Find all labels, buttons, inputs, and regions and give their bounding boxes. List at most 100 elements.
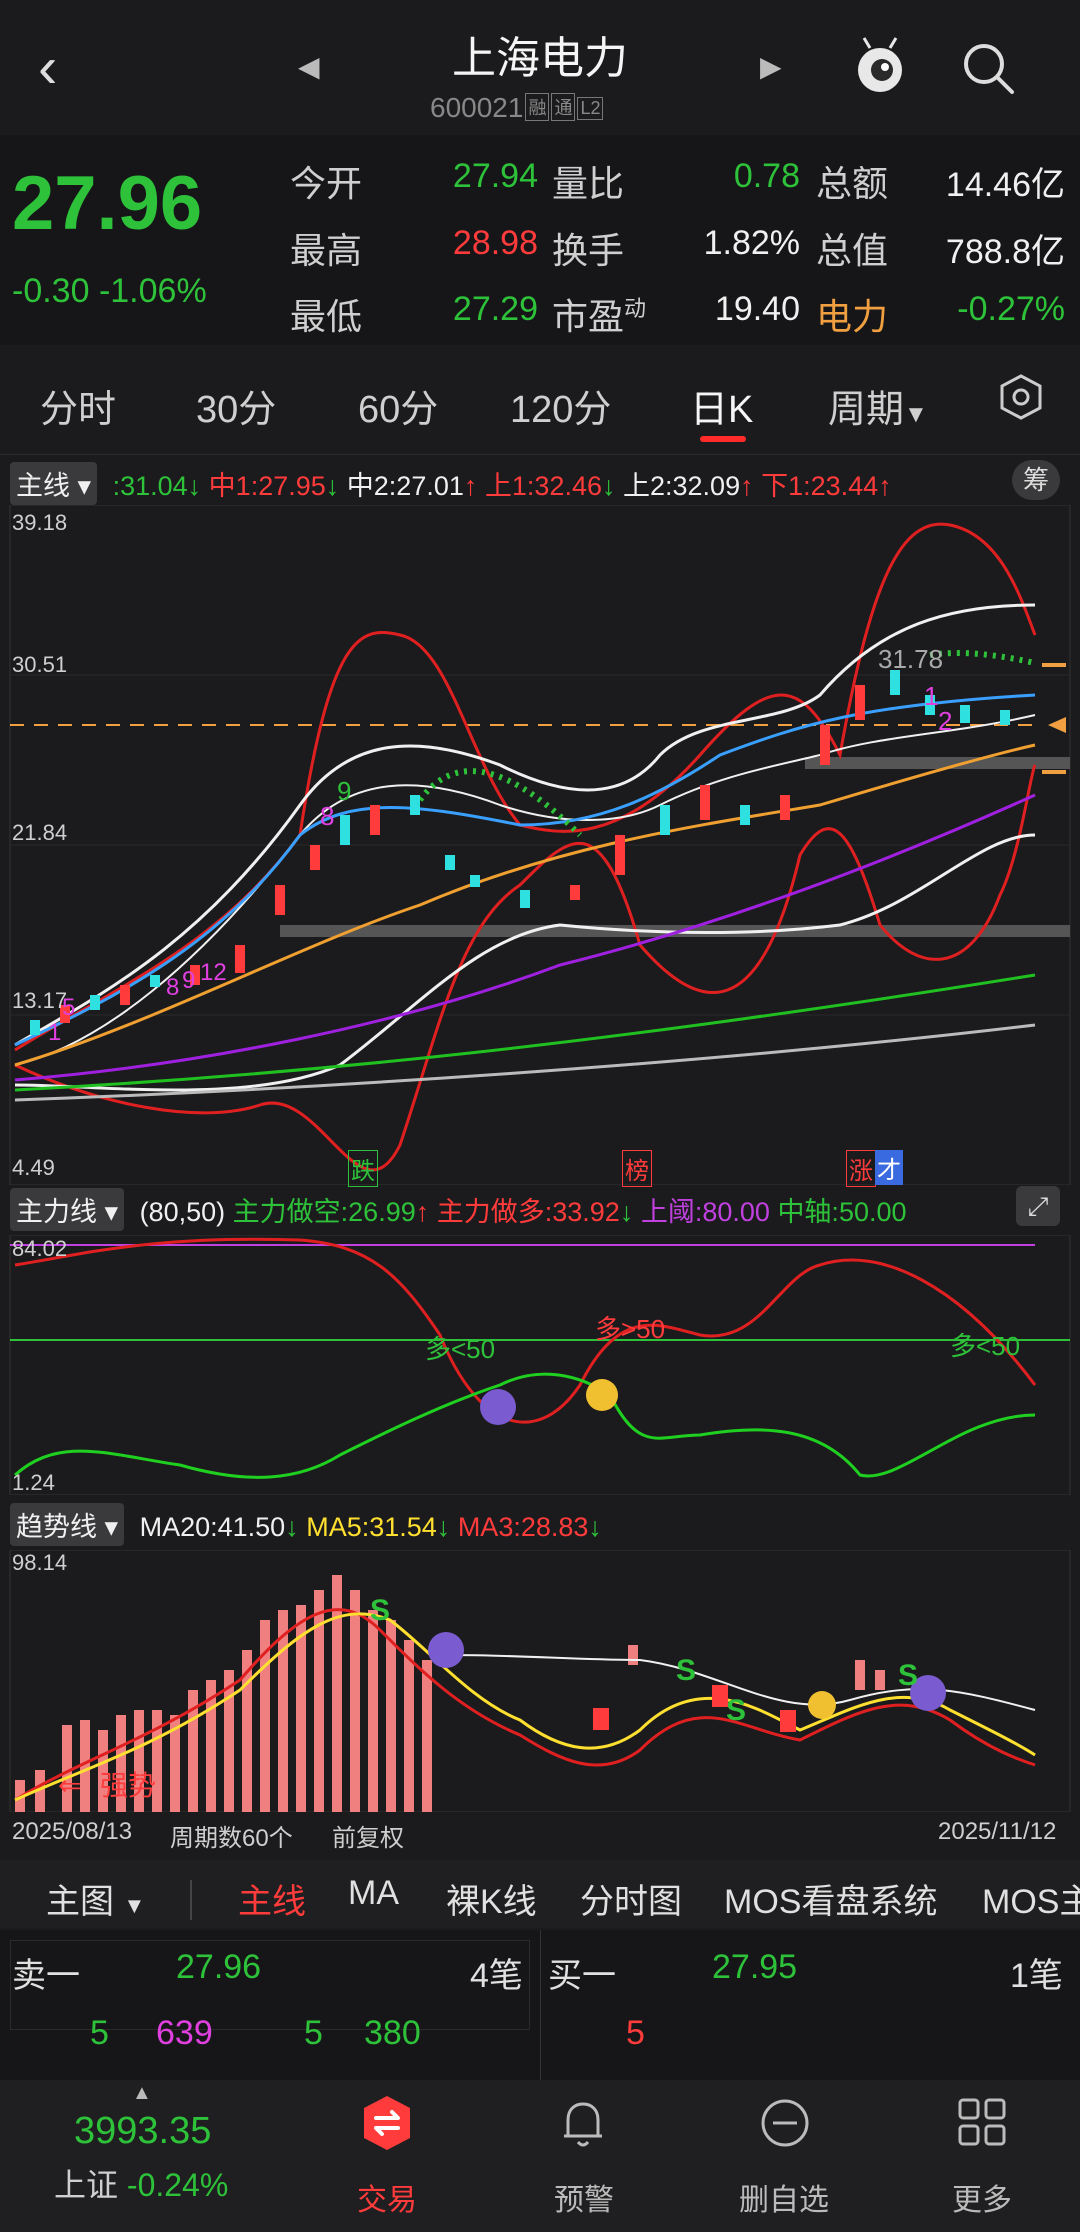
indicator-tab-mos-main[interactable]: MOS主 [982, 1874, 1080, 1923]
tab-intraday[interactable]: 分时 [40, 378, 116, 433]
trend-indicator-selector[interactable]: 趋势线 ▾ [10, 1503, 125, 1546]
mascot-icon[interactable] [852, 36, 908, 96]
nav-remove-watchlist[interactable]: 删自选 [714, 2175, 854, 2219]
main-chart-selector[interactable]: 主图 ▼ [46, 1874, 145, 1923]
force-indicator-header: 主力线 ▾ (80,50) 主力做空:26.99↑ 主力做多:33.92↓ 上阈… [10, 1188, 907, 1231]
divider [190, 1880, 192, 1920]
index-value[interactable]: 3993.35 [74, 2110, 211, 2153]
tab-period-label: 周期 [828, 389, 905, 431]
label-pe-text: 市盈 [552, 296, 625, 337]
index-name: 上证 [54, 2167, 119, 2203]
order-book: 卖一 27.96 4笔 买一 27.95 1笔 5 639 5 380 5 [0, 1930, 1080, 2080]
main-indicator-name: 主线 [16, 471, 70, 501]
expand-icon[interactable]: ⤢ [1016, 1186, 1060, 1226]
indicator-tab-bare-k[interactable]: 裸K线 [446, 1874, 537, 1923]
annotation-below-50: 多<50 [425, 1334, 495, 1364]
indicator-tab-mos-system[interactable]: MOS看盘系统 [724, 1874, 937, 1923]
buy-detail-0: 5 [626, 2014, 645, 2052]
trade-icon[interactable] [360, 2094, 414, 2152]
y-label-4: 13.17 [12, 988, 68, 1013]
strong-arrow-icon: ⇐ [58, 1770, 81, 1801]
sell-signal-s-4: S [898, 1659, 918, 1692]
indicator-tab-intraday[interactable]: 分时图 [580, 1874, 682, 1923]
remove-watchlist-icon[interactable] [758, 2096, 812, 2150]
nav-alert[interactable]: 预警 [514, 2175, 654, 2219]
count-label-12: 12 [200, 959, 227, 986]
next-stock-icon[interactable]: ▶ [760, 50, 782, 83]
sell-signal-s-3: S [726, 1694, 746, 1727]
force-val-0: 主力做空:26.99↑ [233, 1197, 430, 1227]
main-val-3-text: 上1:32.46 [484, 471, 602, 501]
force-indicator-name: 主力线 [16, 1197, 97, 1227]
trend-y-top: 98.14 [12, 1550, 68, 1575]
value-sector[interactable]: -0.27% [900, 290, 1065, 329]
tab-60min[interactable]: 60分 [358, 378, 438, 433]
force-val-1-text: 主力做多:33.92 [436, 1197, 620, 1227]
main-chart-label: 主图 [46, 1883, 114, 1921]
index-change: -0.24% [126, 2167, 229, 2203]
sell-detail-1: 639 [156, 2014, 213, 2052]
sell-signal-s-2: S [676, 1654, 696, 1687]
sell1-label: 卖一 [12, 1957, 80, 1995]
chip-distribution-button[interactable]: 筹 [1012, 460, 1060, 500]
sad-face-icon [480, 1389, 516, 1425]
index-info[interactable]: 上证 -0.24% [54, 2160, 228, 2206]
force-val-0-arrow: ↑ [415, 1197, 430, 1227]
nav-more[interactable]: 更多 [912, 2175, 1052, 2219]
dropdown-caret-icon-2: ▼ [123, 1893, 146, 1918]
tag-margin: 融 [525, 93, 550, 121]
main-kline-chart[interactable]: 1 5 8 9 12 8 9 1 2 31.78 [0, 505, 1080, 1185]
force-val-0-text: 主力做空:26.99 [232, 1197, 416, 1227]
count-label-1: 1 [48, 1019, 61, 1046]
period-count: 周期数60个 [170, 1825, 293, 1852]
force-val-1: 主力做多:33.92↓ [437, 1197, 634, 1227]
stock-code-text: 600021 [430, 92, 524, 123]
event-tag-rise[interactable]: 涨 [846, 1150, 876, 1187]
event-tag-fall[interactable]: 跌 [348, 1150, 378, 1187]
sell-detail-0: 5 [90, 2014, 109, 2052]
force-indicator-selector[interactable]: 主力线 ▾ [10, 1188, 125, 1231]
main-val-1-text: 中1:27.95 [208, 471, 326, 501]
force-y-top: 84.02 [12, 1236, 68, 1261]
force-val-1-arrow: ↓ [619, 1197, 634, 1227]
settings-hexagon-icon[interactable] [996, 372, 1046, 422]
count-label-8b: 8 [320, 801, 334, 831]
annotation-below-50-b: 多<50 [950, 1331, 1020, 1361]
event-tag-list[interactable]: 榜 [622, 1150, 652, 1187]
force-chart[interactable]: 多<50 多>50 多<50 [0, 1235, 1080, 1495]
main-val-0-arrow: ↓ [187, 471, 202, 501]
main-val-2-text: 中2:27.01 [346, 471, 464, 501]
search-icon[interactable] [958, 38, 1018, 98]
indicator-tab-mainline[interactable]: 主线 [238, 1874, 306, 1923]
tab-daily-k[interactable]: 日K [690, 378, 753, 433]
indicator-tab-ma[interactable]: MA [348, 1874, 399, 1913]
stock-code: 600021 融通 L2 [430, 92, 604, 124]
nav-trade[interactable]: 交易 [317, 2175, 457, 2219]
main-val-4-text: 上2:32.09 [623, 471, 741, 501]
tab-30min[interactable]: 30分 [196, 378, 276, 433]
bell-icon[interactable] [558, 2096, 608, 2150]
tab-120min[interactable]: 120分 [510, 378, 611, 433]
main-val-2: 中2:27.01↑ [347, 471, 478, 501]
trend-chart[interactable]: S S S S 强势 ⇐ [0, 1550, 1080, 1812]
sell1-price[interactable]: 27.96 [176, 1948, 261, 1987]
value-market-cap: 788.8亿 [945, 233, 1065, 271]
value-turnover-amount: 14.46亿 [945, 166, 1065, 204]
more-grid-icon[interactable] [956, 2096, 1008, 2148]
force-params: (80,50) [139, 1197, 226, 1227]
dropdown-caret-icon: ▼ [904, 401, 928, 428]
label-sector[interactable]: 电力 [816, 288, 888, 340]
main-indicator-selector[interactable]: 主线 ▾ [10, 462, 98, 505]
y-label-top: 39.18 [12, 510, 68, 535]
event-tag-talent[interactable]: 才 [875, 1150, 903, 1185]
value-turnover-rate: 1.82% [703, 224, 800, 262]
value-high: 28.98 [452, 224, 538, 262]
tab-period[interactable]: 周期▼ [828, 378, 928, 433]
trend-val-0: MA20:41.50↓ [140, 1512, 299, 1542]
value-low: 27.29 [452, 290, 538, 328]
adjust-mode[interactable]: 前复权 [332, 1818, 404, 1853]
main-val-0: :31.04↓ [113, 471, 202, 501]
buy1-price[interactable]: 27.95 [712, 1948, 797, 1987]
active-tab-indicator [700, 436, 746, 442]
count-label-9b: 9 [337, 776, 351, 806]
